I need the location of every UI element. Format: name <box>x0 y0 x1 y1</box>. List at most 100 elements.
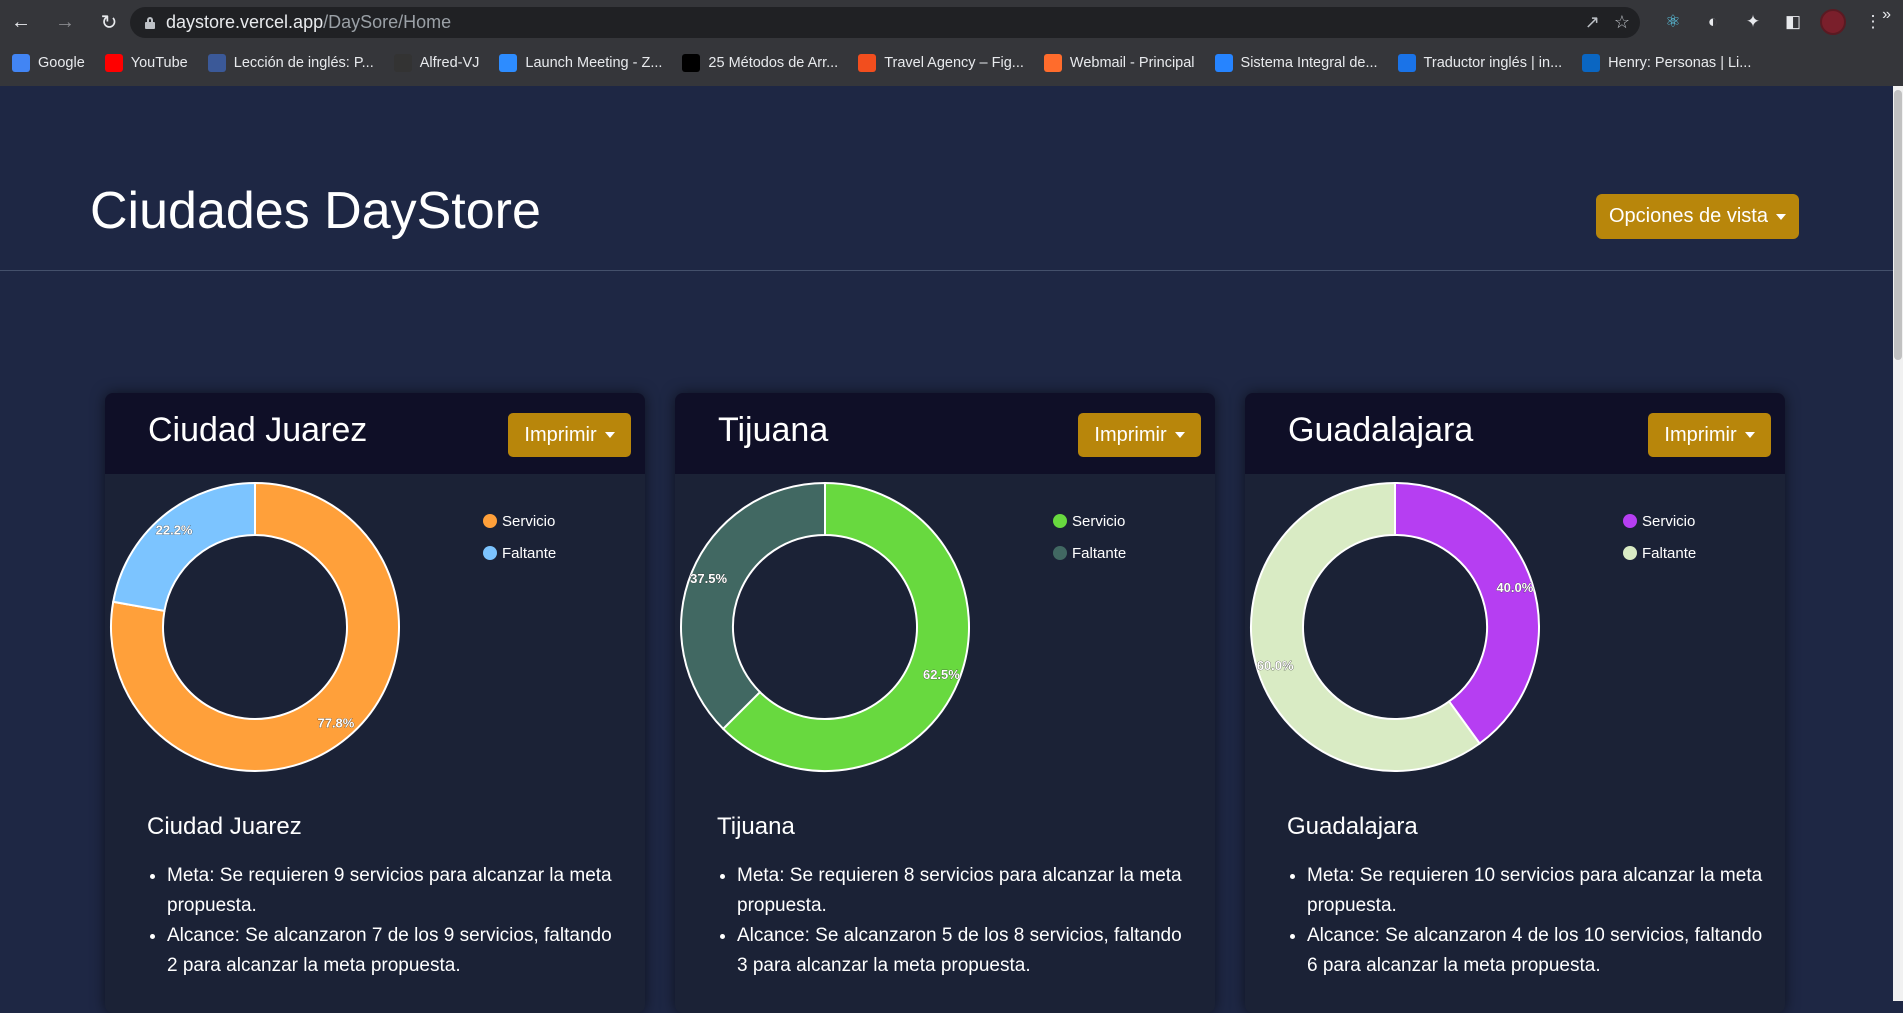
bookmark-item[interactable]: Launch Meeting - Z... <box>499 54 662 72</box>
goal-text: Meta: Se requieren 9 servicios para alca… <box>167 861 627 921</box>
bookmark-label: 25 Métodos de Arr... <box>708 55 839 71</box>
view-options-label: Opciones de vista <box>1609 205 1768 227</box>
bookmark-label: Travel Agency – Fig... <box>884 55 1024 71</box>
bookmark-item[interactable]: Travel Agency – Fig... <box>858 54 1024 72</box>
caret-down-icon <box>1775 213 1786 220</box>
back-icon[interactable]: ← <box>8 10 34 36</box>
legend-swatch <box>1623 546 1637 560</box>
profile-avatar[interactable] <box>1820 9 1846 35</box>
card-details: Meta: Se requieren 9 servicios para alca… <box>167 861 627 981</box>
bookmark-label: Traductor inglés | in... <box>1423 55 1563 71</box>
url-path: /DaySore/Home <box>323 12 452 32</box>
card-subtitle: Tijuana <box>717 813 795 840</box>
scrollbar-thumb[interactable] <box>1894 90 1902 360</box>
bookmarks-overflow-icon[interactable]: » <box>1882 6 1891 24</box>
city-card-juarez: Ciudad Juarez Imprimir 77.8% 22.2% Servici… <box>105 393 645 1013</box>
donut-slice-servicio[interactable] <box>1394 481 1540 745</box>
bookmark-label: Lección de inglés: P... <box>233 55 374 71</box>
bookmark-label: Alfred-VJ <box>419 55 480 71</box>
extension-circle-icon[interactable]: ◐ <box>1700 9 1726 35</box>
page: Ciudades DayStore Opciones de vista Ciud… <box>0 86 1893 1013</box>
bookmark-label: Webmail - Principal <box>1069 55 1195 71</box>
print-button[interactable]: Imprimir <box>1078 413 1201 457</box>
bookmark-label: YouTube <box>130 55 188 71</box>
bookmark-item[interactable]: 25 Métodos de Arr... <box>682 54 838 72</box>
zoom-icon <box>499 54 518 72</box>
bookmark-item[interactable]: Google <box>12 54 85 72</box>
legend-swatch <box>1053 514 1067 528</box>
legend-label[interactable]: Faltante <box>1072 545 1126 562</box>
page-scrollbar[interactable] <box>1893 86 1903 1001</box>
view-options-button[interactable]: Opciones de vista <box>1596 194 1799 239</box>
print-label: Imprimir <box>1094 423 1167 446</box>
reach-text: Alcance: Se alcanzaron 7 de los 9 servic… <box>167 921 627 981</box>
donut-chart-tijuana[interactable]: 62.5% 37.5% Servicio Faltante <box>675 474 1215 794</box>
lock-icon[interactable] <box>145 16 155 29</box>
bookmark-item[interactable]: Henry: Personas | Li... <box>1582 54 1751 72</box>
donut-slice-faltante[interactable] <box>680 481 826 731</box>
bookmark-item[interactable]: YouTube <box>104 54 188 72</box>
cpanel-icon <box>1043 54 1062 72</box>
header-divider <box>0 270 1893 271</box>
dev-icon <box>682 54 701 72</box>
reach-text: Alcance: Se alcanzaron 4 de los 10 servi… <box>1307 921 1767 981</box>
star-icon[interactable]: ☆ <box>1614 12 1630 33</box>
react-devtools-icon[interactable]: ⚛ <box>1660 9 1686 35</box>
print-button[interactable]: Imprimir <box>1648 413 1771 457</box>
slice-percent-label: 37.5% <box>690 571 727 586</box>
share-icon[interactable]: ↗ <box>1585 12 1600 33</box>
bookmark-item[interactable]: Webmail - Principal <box>1043 54 1195 72</box>
jira-icon <box>1214 54 1233 72</box>
github-icon <box>393 54 412 72</box>
city-card-tijuana: Tijuana Imprimir 62.5% 37.5% Servicio Falta… <box>675 393 1215 1013</box>
extensions-row: ⚛ ◐ ✦ ◧ ⋮ <box>1660 9 1886 35</box>
bookmark-item[interactable]: Alfred-VJ <box>393 54 480 72</box>
flag-icon <box>207 54 226 72</box>
info-icon <box>1397 54 1416 72</box>
card-subtitle: Ciudad Juarez <box>147 813 302 840</box>
slice-percent-label: 22.2% <box>156 522 193 537</box>
caret-down-icon <box>1174 432 1185 438</box>
legend-label[interactable]: Faltante <box>502 545 556 562</box>
card-header: Guadalajara Imprimir <box>1245 393 1785 474</box>
card-title: Ciudad Juarez <box>148 411 368 449</box>
bookmark-item[interactable]: Traductor inglés | in... <box>1397 54 1563 72</box>
legend-label[interactable]: Servicio <box>1642 513 1695 530</box>
caret-down-icon <box>604 432 615 438</box>
reload-icon[interactable]: ↻ <box>96 10 122 36</box>
bookmark-label: Sistema Integral de... <box>1240 55 1378 71</box>
figma-icon <box>858 54 877 72</box>
bookmark-label: Henry: Personas | Li... <box>1608 55 1752 71</box>
legend-swatch <box>483 514 497 528</box>
card-title: Guadalajara <box>1288 411 1474 449</box>
bookmark-item[interactable]: Sistema Integral de... <box>1214 54 1378 72</box>
slice-percent-label: 40.0% <box>1496 580 1533 595</box>
puzzle-icon[interactable]: ✦ <box>1740 9 1766 35</box>
sidepanel-icon[interactable]: ◧ <box>1780 9 1806 35</box>
print-button[interactable]: Imprimir <box>508 413 631 457</box>
bookmark-label: Google <box>38 55 85 71</box>
slice-percent-label: 60.0% <box>1257 658 1294 673</box>
linkedin-icon <box>1582 54 1601 72</box>
donut-chart-guadalajara[interactable]: 40.0% 60.0% Servicio Faltante <box>1245 474 1785 794</box>
reach-text: Alcance: Se alcanzaron 5 de los 8 servic… <box>737 921 1197 981</box>
legend-label[interactable]: Servicio <box>502 513 555 530</box>
forward-icon[interactable]: → <box>52 10 78 36</box>
bookmark-label: Launch Meeting - Z... <box>525 55 663 71</box>
legend-swatch <box>1053 546 1067 560</box>
card-header: Tijuana Imprimir <box>675 393 1215 474</box>
print-label: Imprimir <box>1664 423 1737 446</box>
legend-label[interactable]: Faltante <box>1642 545 1696 562</box>
donut-chart-juarez[interactable]: 77.8% 22.2% Servicio Faltante <box>105 474 645 794</box>
url-text[interactable]: daystore.vercel.app/DaySore/Home <box>166 12 451 33</box>
omnibox-actions: ↗ ☆ <box>1585 12 1630 33</box>
address-bar[interactable]: daystore.vercel.app/DaySore/Home ↗ ☆ <box>130 7 1640 38</box>
bookmark-item[interactable]: Lección de inglés: P... <box>207 54 374 72</box>
card-details: Meta: Se requieren 8 servicios para alca… <box>737 861 1197 981</box>
legend-label[interactable]: Servicio <box>1072 513 1125 530</box>
goal-text: Meta: Se requieren 10 servicios para alc… <box>1307 861 1767 921</box>
caret-down-icon <box>1744 432 1755 438</box>
city-card-guadalajara: Guadalajara Imprimir 40.0% 60.0% Servicio F… <box>1245 393 1785 1013</box>
donut-slice-faltante[interactable] <box>112 481 256 613</box>
card-subtitle: Guadalajara <box>1287 813 1418 840</box>
